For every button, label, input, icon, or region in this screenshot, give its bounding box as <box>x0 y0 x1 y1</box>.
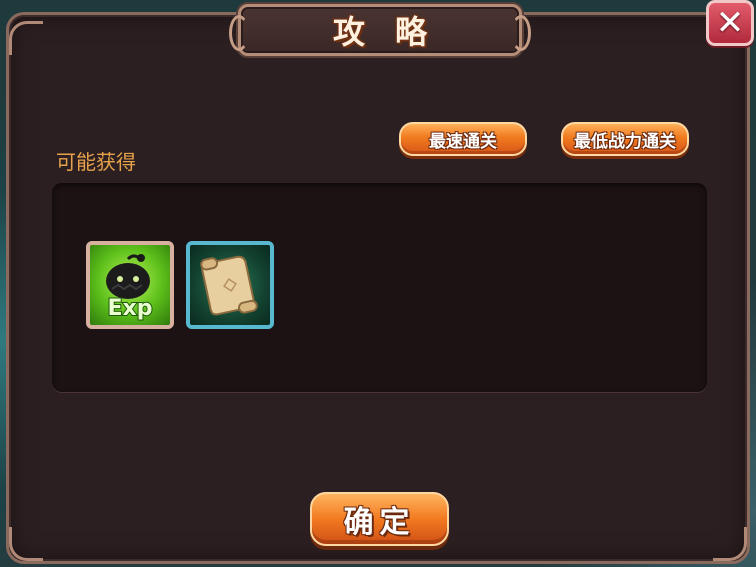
close-button[interactable]: ✕ <box>706 0 754 46</box>
panel-corner-ornament <box>9 21 43 55</box>
reward-item-scroll[interactable] <box>186 241 274 329</box>
panel-corner-ornament <box>713 527 747 561</box>
scroll-icon <box>200 255 258 316</box>
confirm-button[interactable]: 确定 <box>310 492 449 546</box>
exp-potion-icon: Exp <box>106 254 153 322</box>
reward-list: Exp <box>52 183 707 392</box>
title-plate: 攻略 <box>229 4 531 56</box>
possible-drops-label: 可能获得 <box>56 150 136 174</box>
reward-item-exp[interactable]: Exp <box>86 241 174 329</box>
svg-text:Exp: Exp <box>108 296 153 321</box>
fastest-clear-button[interactable]: 最速通关 <box>399 122 527 156</box>
dialog-title: 攻略 <box>332 13 457 51</box>
close-icon: ✕ <box>715 3 745 43</box>
lowest-power-clear-button[interactable]: 最低战力通关 <box>561 122 689 156</box>
panel-corner-ornament <box>9 527 43 561</box>
